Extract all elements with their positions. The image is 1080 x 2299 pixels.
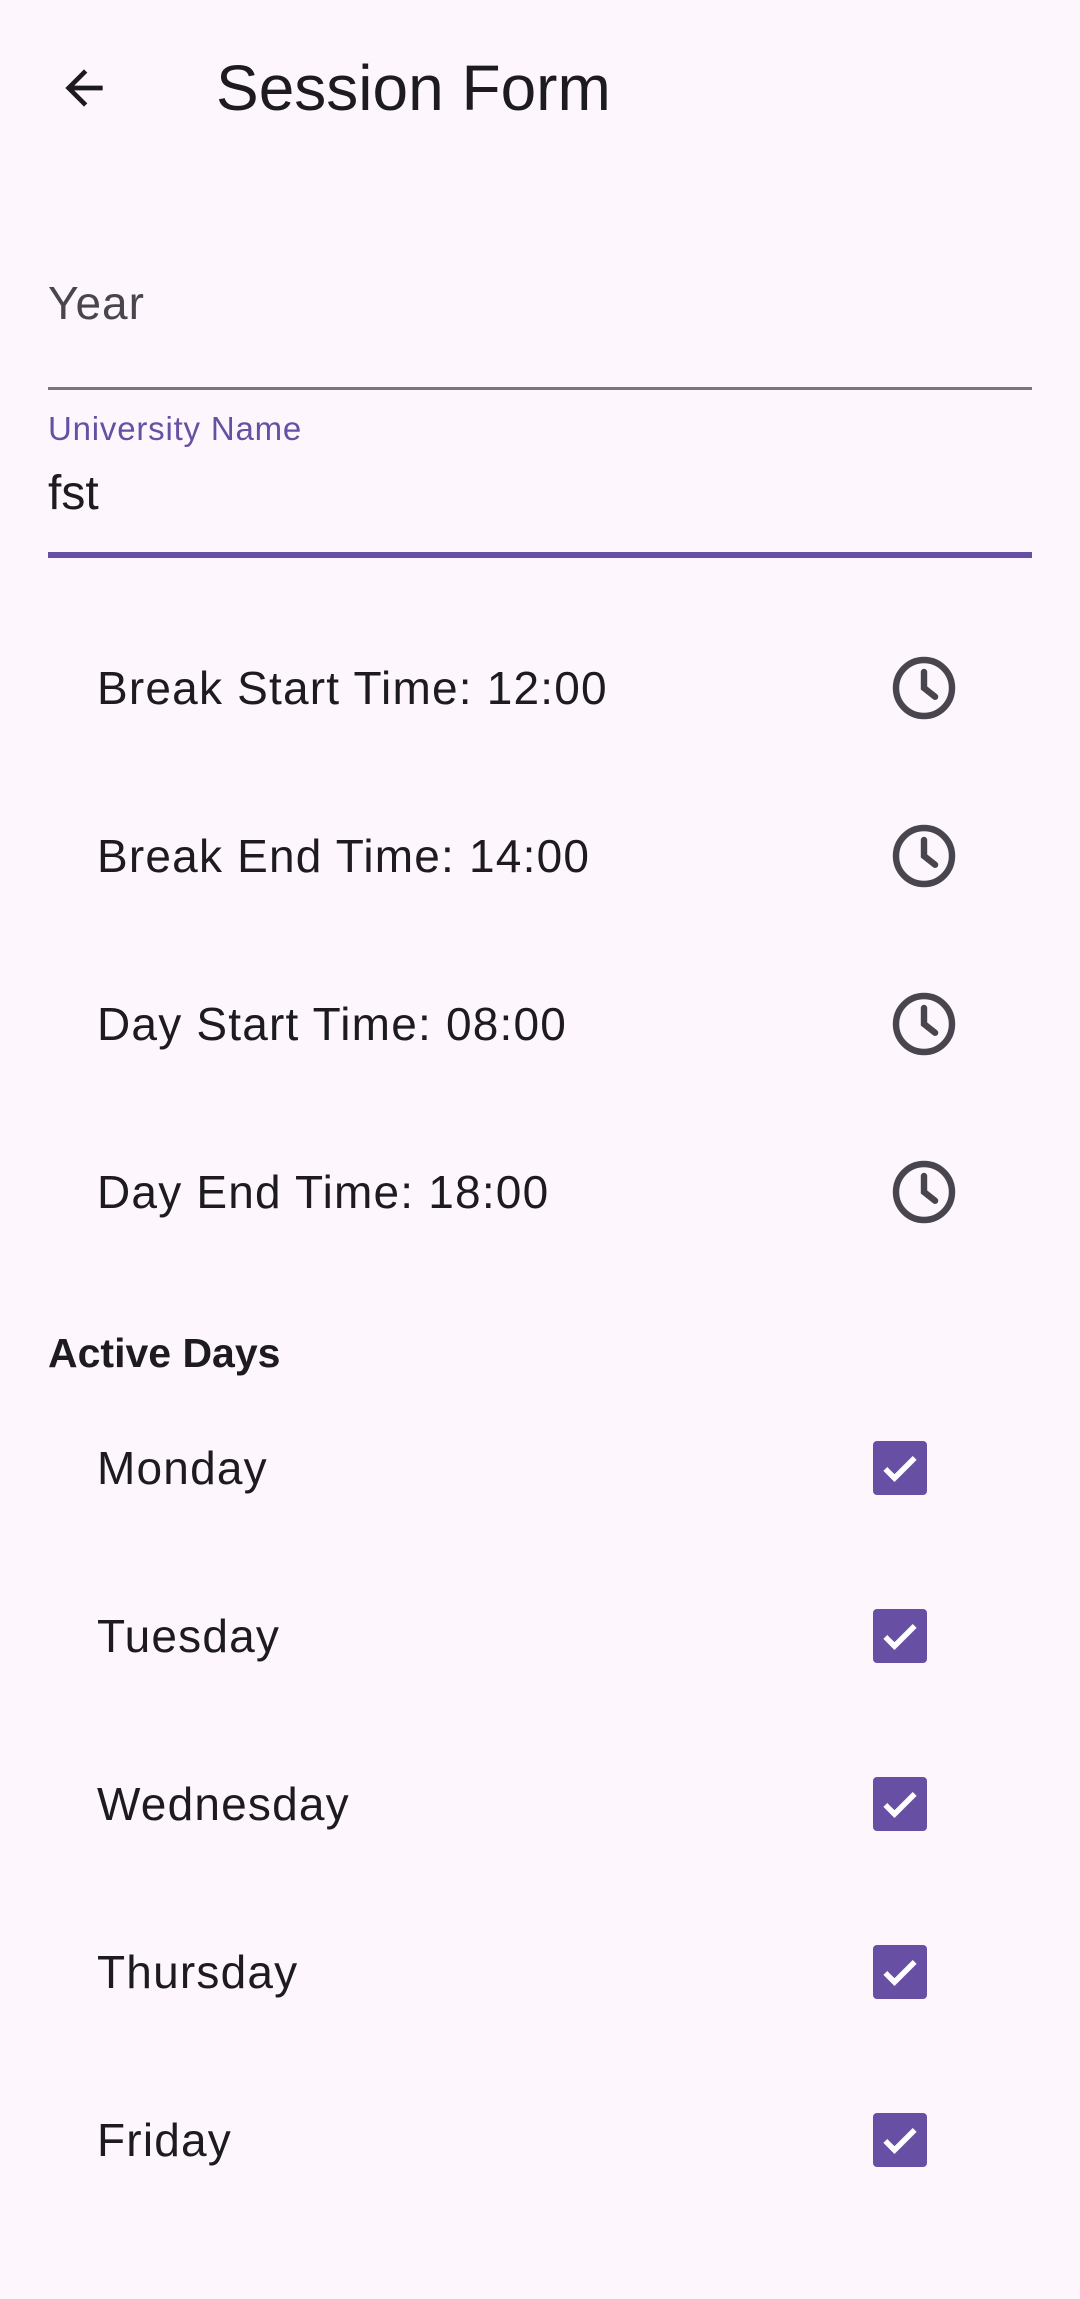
day-label: Monday — [97, 1442, 268, 1494]
clock-icon[interactable] — [889, 989, 959, 1059]
page-title: Session Form — [216, 52, 611, 124]
break-end-time-row[interactable]: Break End Time: 14:00 — [0, 772, 1080, 940]
wednesday-checkbox[interactable] — [873, 1777, 927, 1831]
check-icon — [883, 1623, 917, 1650]
clock-icon[interactable] — [889, 1157, 959, 1227]
university-name-label: University Name — [48, 410, 303, 447]
break-start-time-row[interactable]: Break Start Time: 12:00 — [0, 604, 1080, 772]
check-icon — [883, 1959, 917, 1986]
university-name-underline — [48, 552, 1032, 558]
friday-checkbox[interactable] — [873, 2113, 927, 2167]
check-icon — [883, 1791, 917, 1818]
day-start-time-label: Day Start Time: 08:00 — [97, 998, 568, 1050]
day-end-time-label: Day End Time: 18:00 — [97, 1166, 550, 1218]
year-field-label: Year — [48, 277, 145, 329]
tuesday-checkbox[interactable] — [873, 1609, 927, 1663]
check-icon — [883, 1455, 917, 1482]
day-row-wednesday[interactable]: Wednesday — [0, 1720, 1080, 1888]
day-row-thursday[interactable]: Thursday — [0, 1888, 1080, 2056]
clock-icon[interactable] — [889, 821, 959, 891]
university-name-input[interactable] — [48, 466, 1032, 521]
year-field[interactable]: Year — [48, 250, 1032, 390]
day-row-friday[interactable]: Friday — [0, 2056, 1080, 2224]
day-label: Wednesday — [97, 1778, 350, 1830]
university-name-field[interactable]: University Name — [48, 400, 1032, 558]
app-bar: Session Form — [0, 0, 1080, 176]
day-label: Tuesday — [97, 1610, 281, 1662]
monday-checkbox[interactable] — [873, 1441, 927, 1495]
back-button[interactable] — [40, 44, 128, 132]
clock-icon[interactable] — [889, 653, 959, 723]
day-row-tuesday[interactable]: Tuesday — [0, 1552, 1080, 1720]
break-end-time-label: Break End Time: 14:00 — [97, 830, 591, 882]
day-start-time-row[interactable]: Day Start Time: 08:00 — [0, 940, 1080, 1108]
day-label: Friday — [97, 2114, 233, 2166]
check-icon — [883, 2127, 917, 2154]
arrow-back-icon — [65, 69, 103, 107]
active-days-title: Active Days — [48, 1330, 281, 1376]
thursday-checkbox[interactable] — [873, 1945, 927, 1999]
year-field-underline — [48, 387, 1032, 390]
break-start-time-label: Break Start Time: 12:00 — [97, 662, 608, 714]
day-end-time-row[interactable]: Day End Time: 18:00 — [0, 1108, 1080, 1276]
day-label: Thursday — [97, 1946, 299, 1998]
day-row-monday[interactable]: Monday — [0, 1384, 1080, 1552]
